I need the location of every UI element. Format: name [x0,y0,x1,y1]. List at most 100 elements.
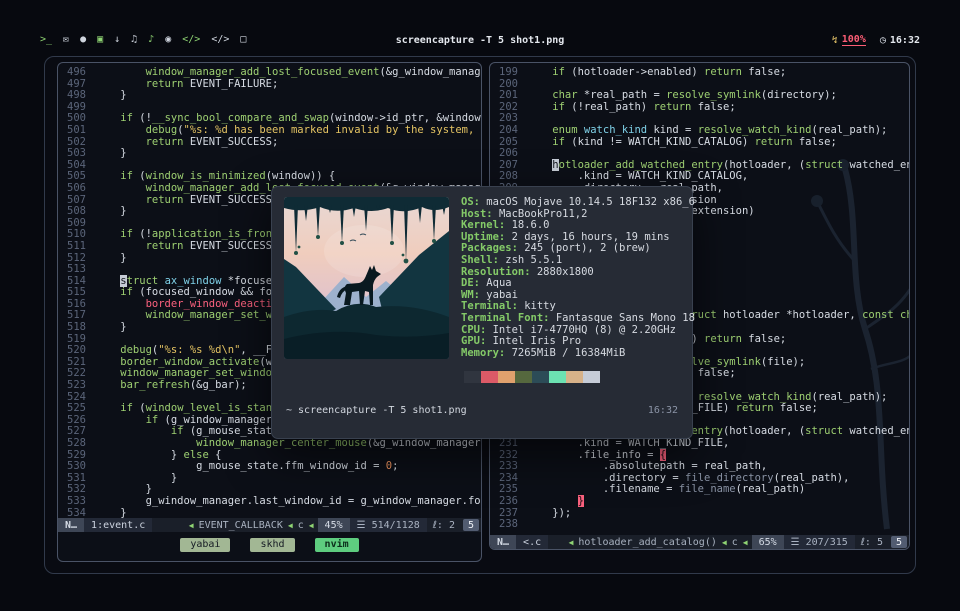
kitty-tab-bar: ~ screencapture -T 5 shot1.png 16:32 [286,405,678,416]
palette-swatch [549,371,566,383]
code-token: (!real_path) [571,100,654,113]
neofetch-value: Intel Iris Pro [492,335,582,348]
line-position: ☰ 207/315 [783,535,855,549]
tmux-window-skhd[interactable]: skhd [250,538,295,552]
download-icon[interactable]: ↓ [114,30,120,50]
neofetch-value: yabai [486,288,518,301]
neofetch-info: OS: macOS Mojave 10.14.5 18F132 x86_6 Hos… [461,196,695,360]
line-number: 501 [67,123,86,136]
code-token: .filename = [527,483,679,496]
code-line[interactable]: 237 }); [496,507,909,520]
code-token: if [95,425,190,438]
scroll-percent: 45% [317,518,350,532]
code-token: if [95,112,140,125]
line-number: 204 [499,123,518,136]
code-line[interactable]: 202 if (!real_path) return false; [496,100,909,114]
vim-mode: N… [490,535,517,549]
neofetch-label: Terminal: [461,300,525,313]
target-icon[interactable]: ◉ [165,30,171,50]
neofetch-value: 7265MiB / 16384MiB [511,346,626,359]
code-token: (real_path), [773,471,850,484]
code-token: false; [741,66,787,78]
neofetch-value: 2880x1800 [536,265,594,278]
code-token: } [95,471,178,484]
tmux-window-nvim[interactable]: nvim [314,538,359,552]
line-number: 206 [499,147,518,160]
neofetch-wolf-art [284,197,449,359]
code-token: } [95,205,127,218]
code-token: const char [862,309,909,322]
neofetch-value: 2 days, 16 hours, 19 mins [511,230,670,243]
code-token: return [653,100,692,113]
code-token: EVENT_FAILURE; [189,77,279,90]
code-line[interactable]: 199 if (hotloader->enabled) return false… [496,66,909,79]
code-icon-2[interactable]: </> [211,30,229,50]
code-token: return [735,402,774,415]
line-number: 496 [67,66,86,78]
code-line[interactable]: 205 if (kind != WATCH_KIND_CATALOG) retu… [496,135,909,149]
palette-swatch [566,371,583,383]
code-token: return [704,332,742,345]
code-token: g_window_manager.last_window_id = g_wind… [145,494,481,507]
buffer-name: 1:event.c [84,518,153,532]
terminal-icon[interactable]: >_ [40,30,52,50]
code-token: struct [805,158,844,171]
code-line[interactable]: 534 } [64,506,481,518]
code-token: window_is_minimized [145,170,266,183]
music-icon[interactable]: ♫ [131,30,137,50]
neofetch-label: WM: [461,288,487,301]
status-crumb: hotloader_add_catalog() [578,536,717,548]
code-token: false; [741,332,787,345]
neofetch-label: DE: [461,277,487,290]
code-line[interactable]: 503 } [64,147,481,160]
code-icon[interactable]: </> [182,30,200,50]
code-token: file_name [678,483,736,496]
code-token: return [704,66,742,78]
neofetch-value: Intel i7-4770HQ (8) @ 2.20GHz [492,323,676,336]
neofetch-value: kitty [524,300,556,313]
tmux-window-yabai[interactable]: yabai [180,538,231,552]
code-token: return [95,77,190,90]
code-token: if [527,100,572,113]
code-token: } [95,506,127,518]
window-icon[interactable]: □ [240,30,246,50]
neofetch-row: Memory: 7265MiB / 16384MiB [461,346,695,360]
line-number: 534 [67,506,86,518]
code-token: false; [691,367,736,380]
chat-icon[interactable]: ▣ [97,30,103,50]
code-token: (kind != WATCH_KIND_CATALOG) [571,135,755,148]
code-token: border_window_deactivate [95,297,298,310]
mail-icon[interactable]: ✉ [63,30,69,50]
tmux-window-list: yabai skhd nvim [58,532,481,561]
code-line[interactable]: 498 } [64,89,481,102]
neofetch-label: Memory: [461,346,512,359]
status-context: ◀ EVENT_CALLBACK ◀ c ◀ [185,518,318,532]
neofetch-label: Host: [461,207,499,220]
neofetch-label: CPU: [461,323,493,336]
column-value: 5 [462,519,479,531]
record-icon[interactable]: ● [80,30,86,50]
code-token: struct [805,425,844,438]
buffer-name: <.c [516,535,549,549]
code-token: watched_entry) { [849,425,909,438]
code-token: } [95,251,127,264]
code-token: if [527,66,572,78]
line-number: 236 [499,494,518,507]
code-token: if [95,413,165,426]
code-token: truct [126,274,165,287]
kitty-tab-title[interactable]: ~ screencapture -T 5 shot1.png [286,405,467,416]
code-token: (extension) [685,205,755,218]
note-icon[interactable]: ♪ [148,30,154,50]
code-token: __sync_bool_compare_and_swap [151,112,329,125]
line-number: 533 [67,494,86,507]
neofetch-window[interactable]: OS: macOS Mojave 10.14.5 18F132 x86_6 Hos… [271,186,695,439]
palette-swatch [515,371,532,383]
statusline-fill [548,535,564,549]
status-crumb: EVENT_CALLBACK [198,519,283,531]
powerline-separator-icon: ◀ [742,537,748,547]
neofetch-body: OS: macOS Mojave 10.14.5 18F132 x86_6 Hos… [272,187,695,369]
code-line[interactable]: 238 [496,519,909,531]
code-token: border_window_activate [95,355,260,368]
